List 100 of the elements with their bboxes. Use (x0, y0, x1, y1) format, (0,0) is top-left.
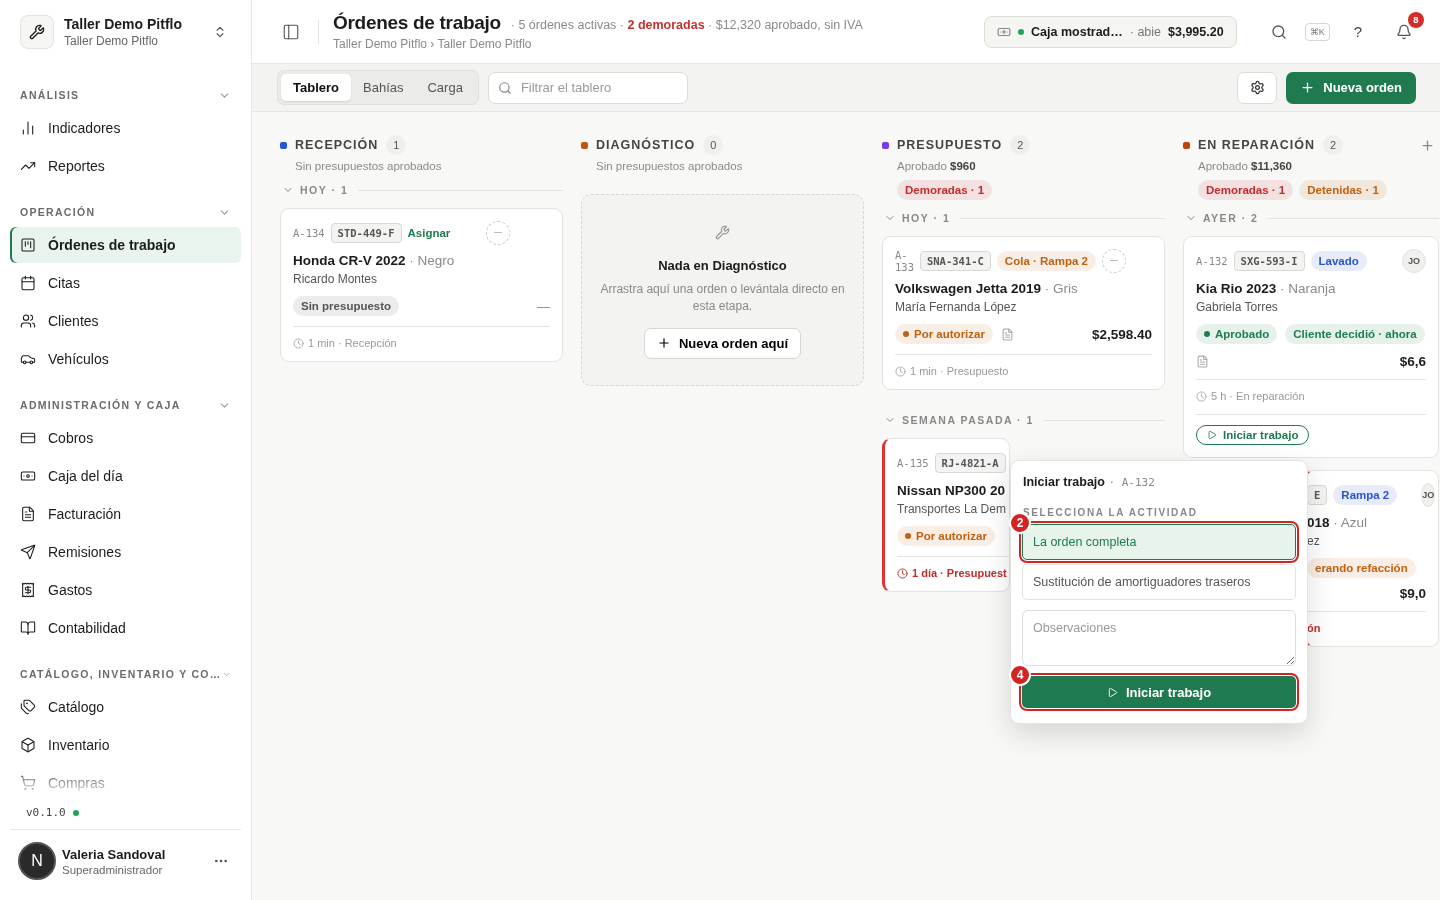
user-name: Valeria Sandoval (62, 846, 167, 862)
document-icon[interactable] (1196, 355, 1209, 368)
bar-chart-icon (20, 120, 36, 136)
add-icon[interactable] (1420, 137, 1435, 153)
nav-section-label: CATÁLOGO, INVENTARIO Y CO… (20, 668, 222, 680)
clock-icon (897, 567, 908, 579)
clock-icon (293, 337, 304, 349)
card-icon (20, 430, 36, 446)
document-icon (20, 506, 36, 522)
order-card[interactable]: A-133 SNA-341-C Cola · Rampa 2 Volkswagen Jetta 2019 · Gris María Fernanda López Por autorizar $2,598.40 1 min · Presupuesto (882, 236, 1165, 390)
stage-title: RECEPCIÓN (295, 138, 379, 152)
document-icon[interactable] (1000, 327, 1014, 341)
order-tag: Rampa 2 (1333, 485, 1398, 505)
assignee-avatar[interactable]: JO (1421, 483, 1436, 507)
customer-name: Ricardo Montes (293, 272, 378, 286)
stage-summary: Sin presupuestos aprobados (295, 160, 443, 172)
filter-field[interactable]: Filtrar el tablero (487, 71, 688, 104)
order-id: A-135 (897, 457, 929, 469)
time-in-stage: 5 h · En reparación (1211, 390, 1305, 402)
order-id: A-133 (895, 249, 914, 273)
cash-icon (20, 468, 36, 484)
vehicle-title: Nissan NP300 20 (897, 483, 1006, 498)
page-title: Órdenes de trabajo (333, 12, 501, 34)
status-badge: erando refacción (1307, 558, 1416, 578)
stage-summary: Aprobado $960 (897, 160, 977, 172)
view-tab[interactable]: Bahías (351, 74, 416, 101)
empty-title: Nada en Diagnóstico (658, 258, 787, 273)
empty-description: Arrastra aquí una orden o levántala directo en esta etapa. (600, 281, 845, 316)
step-marker: 4 (1009, 664, 1031, 686)
order-card[interactable]: A-135 RJ-4821-A Nissan NP300 20 Transportes La Dem Por autorizar 1 día · Presupuest (882, 438, 1010, 592)
order-tag: Cola · Rampa 2 (996, 251, 1096, 271)
order-tag: Lavado (1310, 251, 1367, 271)
sidebar-item[interactable]: Vehículos (10, 341, 241, 377)
order-card[interactable]: A-132 SXG-593-I Lavado JO Kia Rio 2023 · Naranja Gabriela Torres Aprobado Cliente decidió · ahora $6,6 5 h · En reparación Iniciar trabajo (1183, 236, 1439, 458)
version-label: v0.1.0 (26, 806, 66, 819)
play-icon (1106, 686, 1118, 698)
stage-count: 2 (1010, 135, 1031, 155)
nav-section-label: ADMINISTRACIÓN Y CAJA (20, 399, 181, 411)
stage-title: PRESUPUESTO (897, 138, 1003, 152)
activity-option[interactable]: Sustitución de amortiguadores traseros (1022, 564, 1296, 600)
customer-name: Gabriela Torres (1196, 300, 1278, 314)
new-order-here-button[interactable]: Nueva orden aquí (643, 327, 802, 359)
order-card[interactable]: A-134 STD-449-F Asignar Honda CR-V 2022 · Negro Ricardo Montes Sin presupuesto — 1 min · Recepción (280, 208, 563, 362)
notes-field[interactable]: Observaciones (1022, 610, 1296, 666)
cart-icon (20, 775, 36, 791)
stage-summary: Aprobado $11,360 (1198, 160, 1293, 172)
tags-icon (20, 699, 36, 715)
sidebar-item[interactable]: Contabilidad (10, 610, 241, 646)
assignee-avatar[interactable]: JO (1402, 249, 1426, 273)
wrench-icon (715, 225, 730, 240)
sidebar-item[interactable]: Facturación (10, 496, 241, 532)
sidebar-item[interactable]: Cobros (10, 420, 241, 456)
breadcrumb: Taller Demo Pitflo › Taller Demo Pitflo (333, 37, 533, 51)
nav-section-label: OPERACIÓN (20, 206, 96, 218)
cash-register-button[interactable]: Caja mostrad… · abie $3,995.20 (984, 15, 1237, 48)
license-plate: E (1307, 485, 1328, 505)
user-avatar[interactable]: N (18, 842, 56, 880)
stage-title: EN REPARACIÓN (1198, 138, 1315, 152)
settings-button[interactable] (1237, 71, 1278, 104)
stage-alert-badge[interactable]: Detenidas · 1 (1299, 180, 1387, 200)
new-order-button[interactable]: Nueva orden (1286, 71, 1416, 104)
sidebar-item[interactable]: Reportes (10, 148, 241, 184)
view-tab[interactable]: Tablero (281, 74, 351, 101)
sidebar-item[interactable]: Órdenes de trabajo (10, 227, 241, 263)
help-button[interactable]: ? (1343, 19, 1372, 44)
group-label: SEMANA PASADA · 1 (902, 414, 1034, 426)
assign-link[interactable]: Asignar (407, 227, 451, 239)
time-in-stage: ón (1307, 622, 1321, 634)
search-icon (497, 80, 512, 95)
order-amount: $9,0 (1399, 586, 1426, 601)
send-icon (20, 544, 36, 560)
receipt-icon (20, 582, 36, 598)
sidebar-item[interactable]: Gastos (10, 572, 241, 608)
order-amount: $2,598.40 (1091, 326, 1152, 342)
time-in-stage: 1 min · Recepción (308, 337, 397, 349)
sidebar-item[interactable]: Inventario (10, 727, 241, 763)
sidebar-item[interactable]: Remisiones (10, 534, 241, 570)
sidebar-item[interactable]: Catálogo (10, 689, 241, 725)
kanban-icon (20, 237, 36, 253)
sidebar-item[interactable]: Clientes (10, 303, 241, 339)
users-icon (20, 313, 36, 329)
status-badge: Por autorizar (895, 324, 993, 344)
sidebar-item[interactable]: Caja del día (10, 458, 241, 494)
view-tab[interactable]: Carga (415, 74, 475, 101)
activity-option[interactable]: La orden completa (1022, 524, 1296, 560)
stage-count: 0 (703, 135, 724, 155)
stage-alert-badge[interactable]: Demoradas · 1 (897, 180, 993, 200)
workspace-name: Taller Demo Pitflo (64, 16, 183, 32)
start-work-button[interactable]: Iniciar trabajo (1196, 425, 1310, 445)
order-amount: $6,6 (1399, 354, 1426, 369)
license-plate: SXG-593-I (1233, 251, 1305, 271)
sidebar-item[interactable]: Citas (10, 265, 241, 301)
stage-alert-badge[interactable]: Demoradas · 1 (1198, 180, 1294, 200)
calendar-icon (20, 275, 36, 291)
workspace-logo-icon[interactable] (20, 15, 54, 49)
vehicle-title: 018 · Azul (1307, 515, 1368, 530)
vehicle-title: Volkswagen Jetta 2019 · Gris (895, 281, 1078, 296)
clock-icon (1196, 390, 1207, 402)
time-in-stage: 1 día · Presupuest (912, 567, 1007, 579)
sidebar-item[interactable]: Indicadores (10, 110, 241, 146)
